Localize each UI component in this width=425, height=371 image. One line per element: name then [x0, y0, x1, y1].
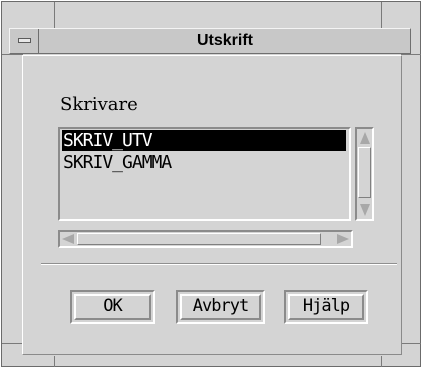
- title-bar[interactable]: Utskrift: [9, 28, 411, 54]
- window-title: Utskrift: [196, 32, 253, 49]
- frame-resize-handle-top-right[interactable]: [381, 2, 382, 29]
- printer-list-horizontal-scrollbar[interactable]: [58, 230, 353, 248]
- window-menu-button[interactable]: [10, 29, 39, 53]
- ok-button[interactable]: OK: [70, 290, 155, 324]
- frame-resize-handle-right-top[interactable]: [401, 54, 421, 55]
- frame-resize-handle-bottom-left[interactable]: [54, 356, 55, 367]
- vertical-scroll-thumb[interactable]: [358, 147, 371, 198]
- printer-list-vertical-scrollbar[interactable]: [355, 127, 374, 221]
- frame-resize-handle-right-bottom[interactable]: [401, 343, 421, 344]
- horizontal-scroll-thumb[interactable]: [77, 233, 321, 245]
- cancel-button[interactable]: Avbryt: [176, 290, 265, 324]
- printer-list-item-selected[interactable]: SKRIV_UTV: [62, 130, 346, 151]
- dialog-client-area: Skrivare SKRIV_UTV SKRIV_GAMMA OK Avbryt…: [22, 55, 402, 355]
- cancel-button-label: Avbryt: [180, 294, 261, 320]
- help-button[interactable]: Hjälp: [284, 290, 368, 324]
- printer-list-item[interactable]: SKRIV_GAMMA: [62, 152, 172, 173]
- frame-resize-handle-left-top[interactable]: [2, 54, 23, 55]
- window-menu-icon: [18, 38, 31, 43]
- printer-list[interactable]: SKRIV_UTV SKRIV_GAMMA: [58, 127, 351, 221]
- frame-resize-handle-top-left[interactable]: [54, 2, 55, 29]
- help-button-label: Hjälp: [288, 294, 364, 320]
- scroll-down-arrow-icon[interactable]: [360, 204, 370, 216]
- printer-label: Skrivare: [60, 94, 138, 115]
- scroll-up-arrow-icon[interactable]: [360, 132, 370, 144]
- scroll-right-arrow-icon[interactable]: [337, 234, 349, 244]
- button-separator: [41, 263, 397, 264]
- ok-button-label: OK: [74, 294, 151, 320]
- frame-resize-handle-bottom-right[interactable]: [381, 356, 382, 367]
- scroll-left-arrow-icon[interactable]: [62, 234, 74, 244]
- frame-resize-handle-left-bottom[interactable]: [2, 343, 23, 344]
